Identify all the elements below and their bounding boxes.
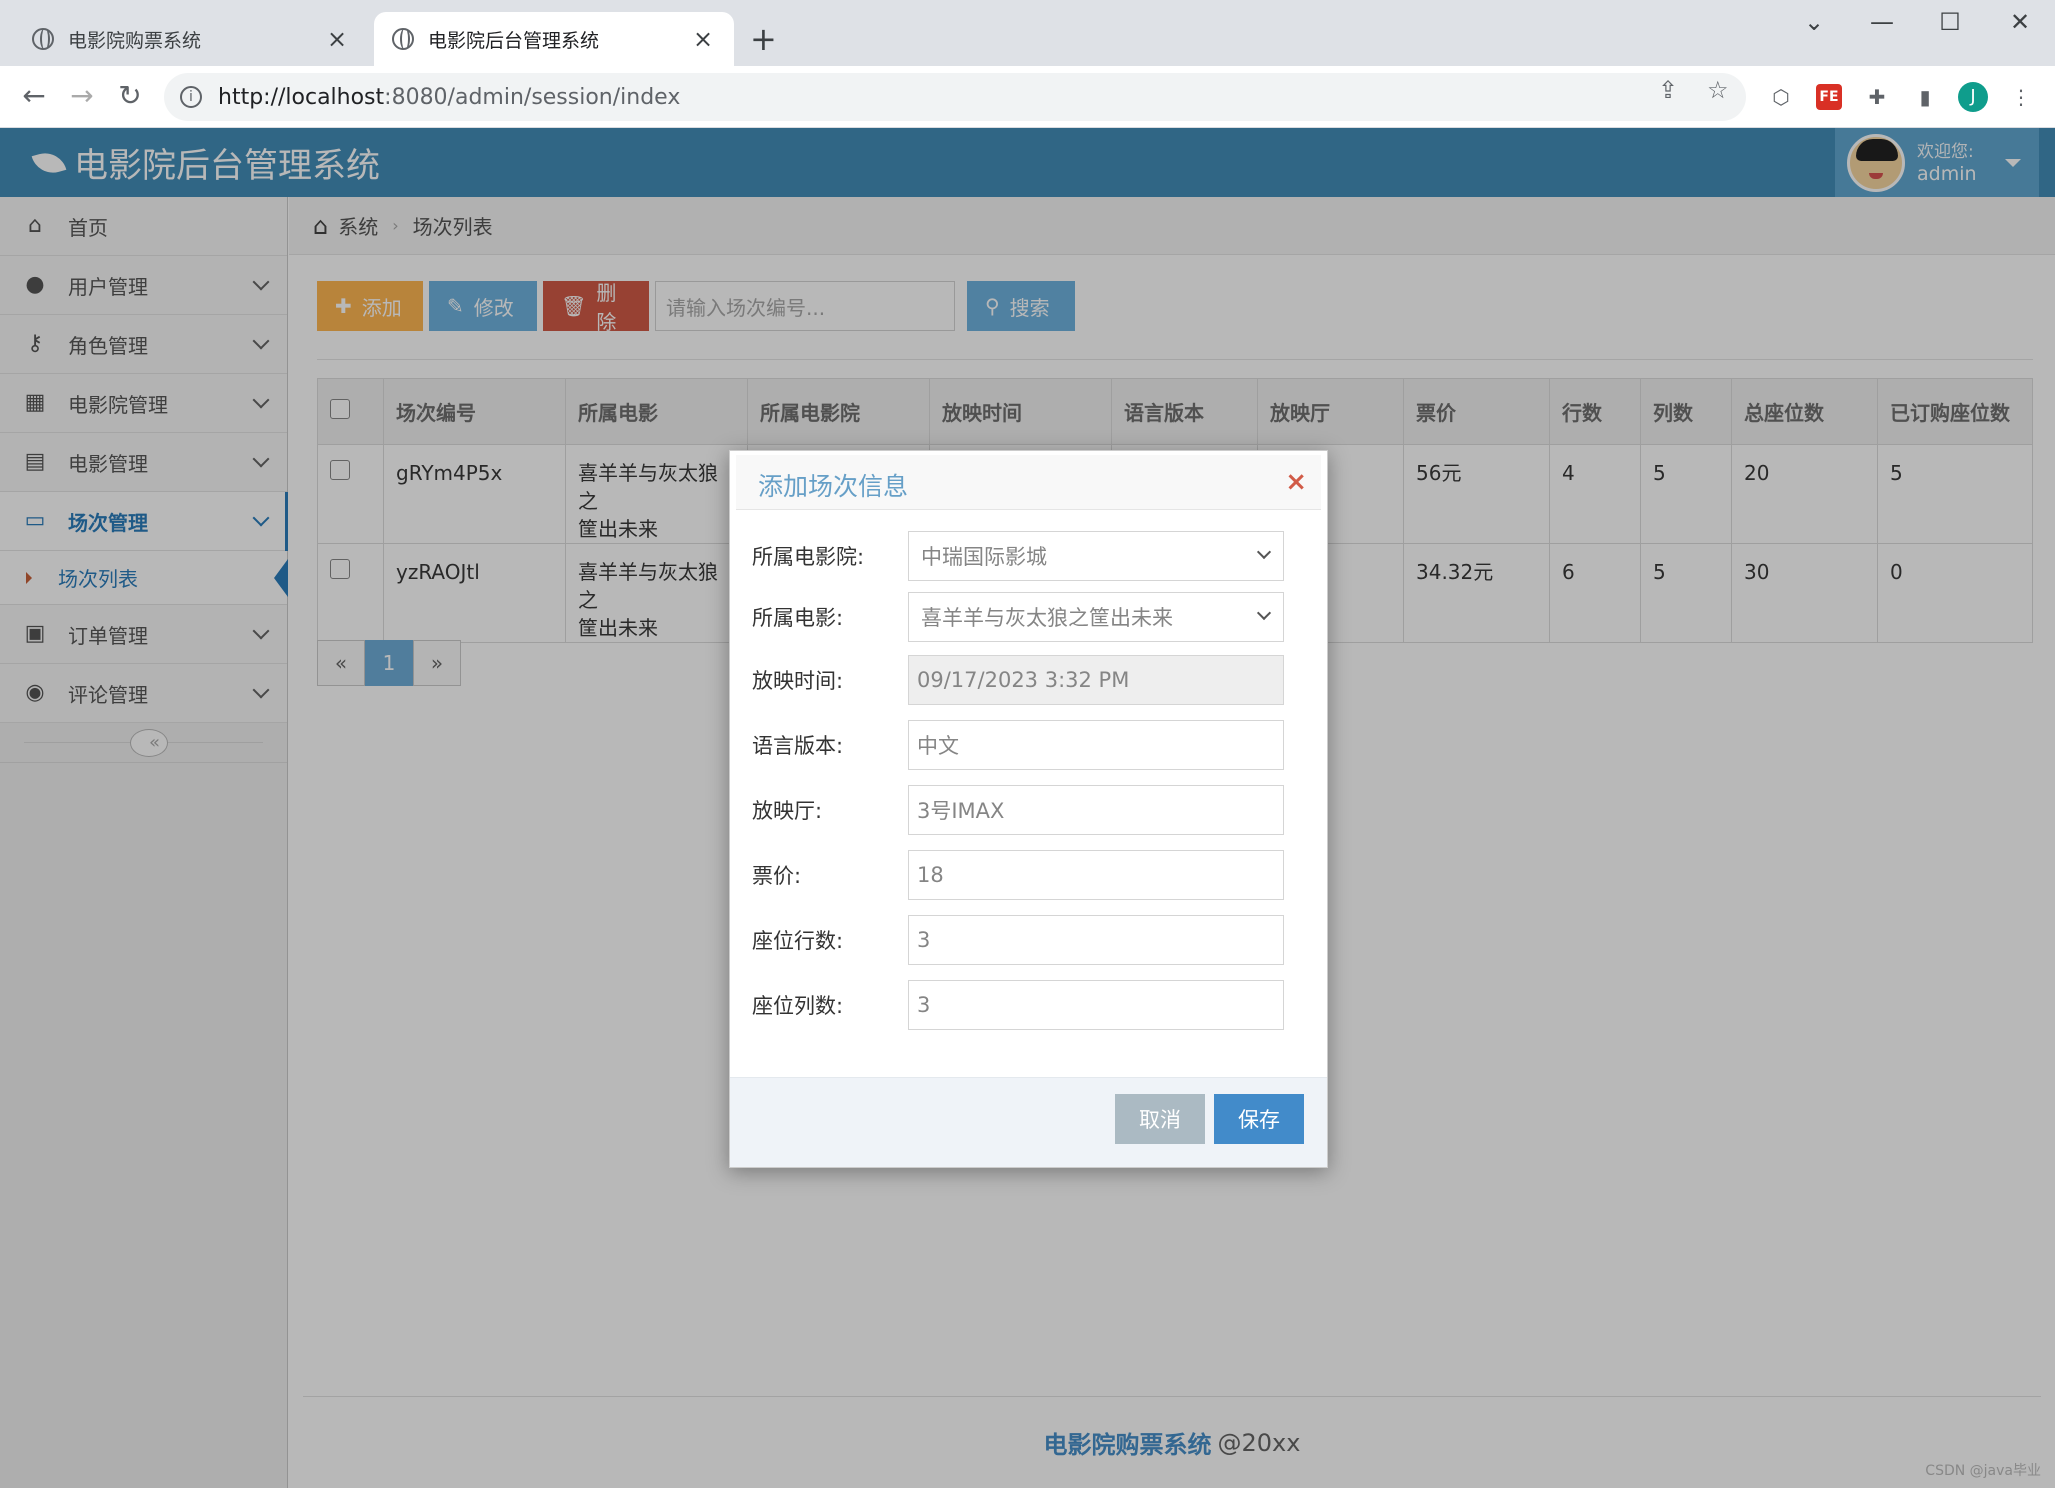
tab-title: 电影院购票系统 (68, 29, 202, 52)
close-window-icon[interactable]: ✕ (1990, 8, 2050, 36)
modal-title: 添加场次信息 (758, 472, 909, 501)
movie-select[interactable]: 喜羊羊与灰太狼之筐出未来 (908, 592, 1284, 642)
movie-select-value: 喜羊羊与灰太狼之筐出未来 (921, 606, 1173, 630)
field-label: 语言版本: (752, 734, 844, 758)
fe-extension-icon[interactable]: FE (1816, 84, 1842, 110)
add-session-modal: 添加场次信息 × 所属电影院: 中瑞国际影城 所属电影: 喜羊羊与灰太狼之筐出未… (729, 450, 1328, 1168)
extensions-puzzle-icon[interactable]: ✚ (1862, 82, 1892, 112)
form-row-cinema: 所属电影院: 中瑞国际影城 (752, 531, 1302, 581)
globe-icon (32, 28, 54, 50)
share-icon[interactable]: ⇪ (1658, 76, 1678, 104)
form-row-seat-rows: 座位行数: 3 (752, 915, 1302, 965)
showtime-field[interactable]: 09/17/2023 3:32 PM (908, 655, 1284, 705)
side-panel-icon[interactable]: ▮ (1910, 82, 1940, 112)
chevron-down-icon (1256, 544, 1272, 560)
field-label: 放映厅: (752, 799, 823, 823)
form-row-language: 语言版本: 中文 (752, 720, 1302, 770)
back-icon[interactable]: ← (14, 78, 54, 114)
maximize-icon[interactable]: ☐ (1920, 8, 1980, 36)
cancel-button[interactable]: 取消 (1115, 1094, 1205, 1144)
tab-close-icon[interactable]: × (324, 25, 350, 53)
field-label: 所属电影: (752, 606, 844, 630)
field-label: 票价: (752, 864, 802, 888)
address-bar[interactable]: i http://localhost:8080/admin/session/in… (164, 73, 1746, 121)
hall-field[interactable]: 3号IMAX (908, 785, 1284, 835)
menu-kebab-icon[interactable]: ⋮ (2006, 82, 2036, 112)
browser-toolbar: ← → ↻ i http://localhost:8080/admin/sess… (0, 66, 2055, 128)
minimize-icon[interactable]: — (1852, 8, 1912, 36)
form-row-price: 票价: 18 (752, 850, 1302, 900)
seat-cols-value: 3 (917, 993, 931, 1017)
tab-title: 电影院后台管理系统 (428, 29, 600, 52)
language-value: 中文 (917, 734, 959, 758)
form-row-movie: 所属电影: 喜羊羊与灰太狼之筐出未来 (752, 592, 1302, 642)
save-button[interactable]: 保存 (1214, 1094, 1304, 1144)
cinema-select[interactable]: 中瑞国际影城 (908, 531, 1284, 581)
new-tab-icon[interactable]: + (750, 22, 777, 56)
language-field[interactable]: 中文 (908, 720, 1284, 770)
extension-hexagon-icon[interactable]: ⬡ (1766, 82, 1796, 112)
watermark: CSDN @java毕业 (1925, 1463, 2041, 1479)
cinema-select-value: 中瑞国际影城 (921, 545, 1047, 569)
seat-rows-value: 3 (917, 928, 931, 952)
form-row-time: 放映时间: 09/17/2023 3:32 PM (752, 655, 1302, 705)
showtime-value: 09/17/2023 3:32 PM (917, 668, 1130, 692)
tab-search-icon[interactable]: ⌄ (1784, 8, 1844, 36)
bookmark-star-icon[interactable]: ☆ (1707, 76, 1729, 104)
seat-cols-field[interactable]: 3 (908, 980, 1284, 1030)
site-info-icon[interactable]: i (180, 86, 202, 108)
field-label: 座位行数: (752, 929, 844, 953)
reload-icon[interactable]: ↻ (110, 78, 150, 114)
modal-footer: 取消 保存 (730, 1077, 1327, 1167)
url-text: http://localhost:8080/admin/session/inde… (218, 84, 681, 110)
field-label: 放映时间: (752, 669, 844, 693)
chevron-down-icon (1256, 605, 1272, 621)
form-row-seat-cols: 座位列数: 3 (752, 980, 1302, 1030)
price-value: 18 (917, 863, 944, 887)
field-label: 座位列数: (752, 994, 844, 1018)
browser-tab-1[interactable]: 电影院购票系统 × (14, 12, 368, 66)
globe-icon (392, 28, 414, 50)
hall-value: 3号IMAX (917, 799, 1005, 823)
price-field[interactable]: 18 (908, 850, 1284, 900)
profile-avatar-icon[interactable]: J (1958, 82, 1988, 112)
field-label: 所属电影院: (752, 545, 865, 569)
browser-tab-strip: 电影院购票系统 × 电影院后台管理系统 × + ⌄ — ☐ ✕ (0, 0, 2055, 66)
modal-header: 添加场次信息 × (736, 455, 1321, 510)
form-row-hall: 放映厅: 3号IMAX (752, 785, 1302, 835)
browser-tab-2[interactable]: 电影院后台管理系统 × (374, 12, 734, 66)
tab-close-icon[interactable]: × (690, 25, 716, 53)
seat-rows-field[interactable]: 3 (908, 915, 1284, 965)
close-icon[interactable]: × (1285, 469, 1307, 495)
forward-icon[interactable]: → (62, 78, 102, 114)
